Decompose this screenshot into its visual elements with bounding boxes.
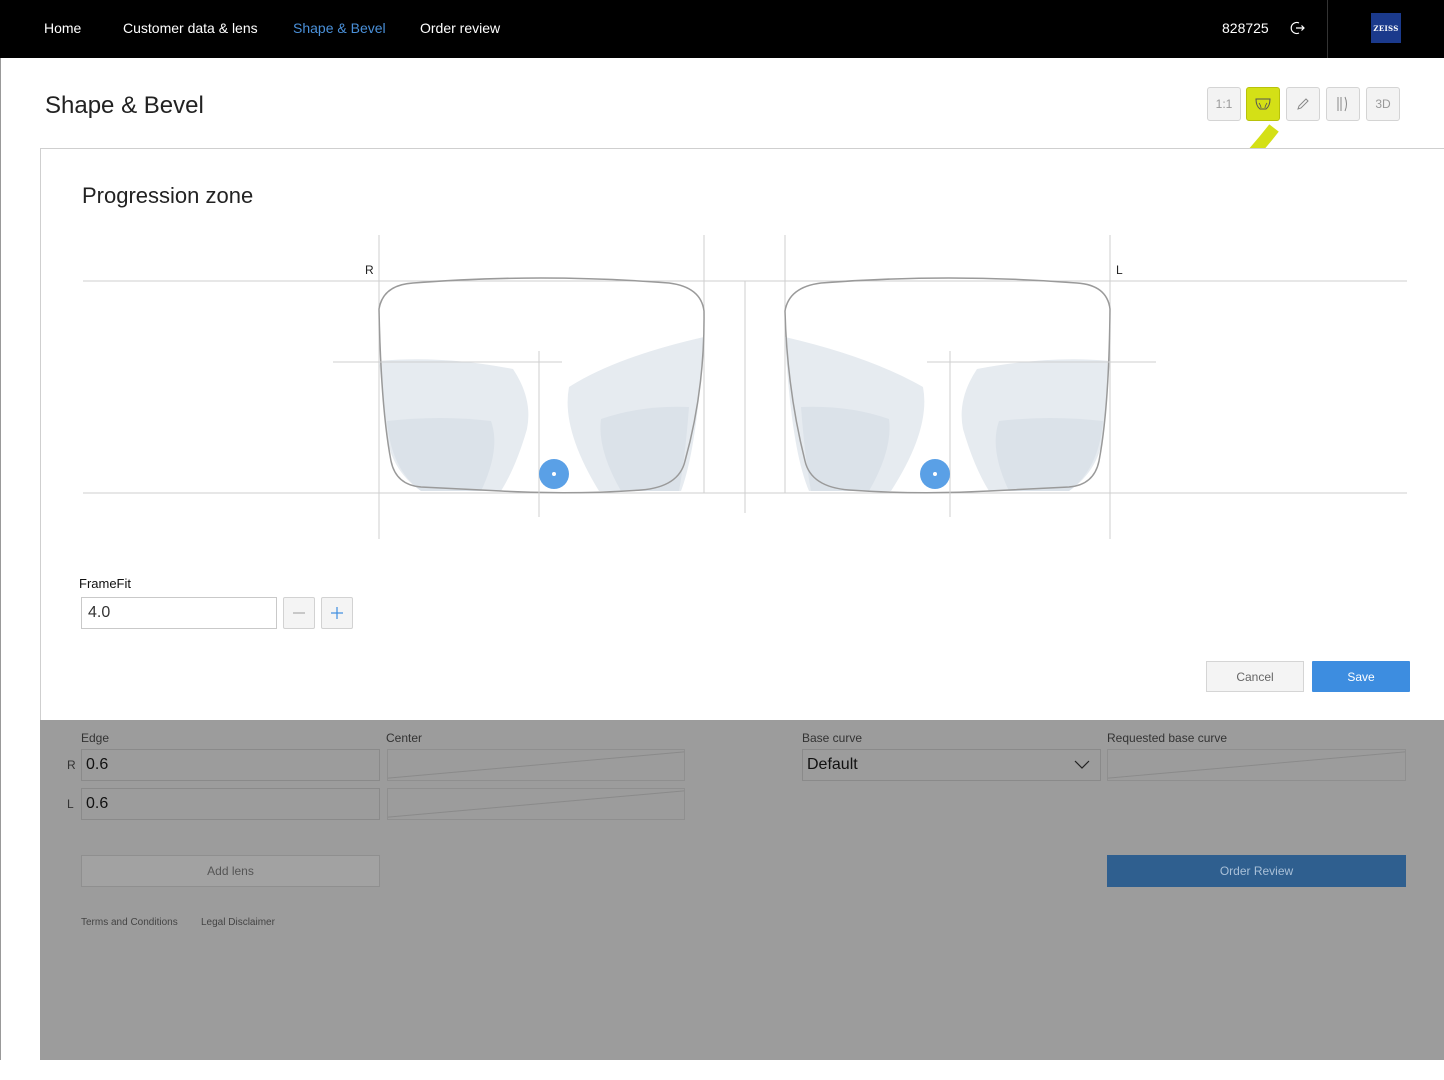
dimmed-background-panel: Edge Center Base curve Requested base cu… — [40, 720, 1444, 1060]
progression-zone-button[interactable] — [1246, 87, 1280, 121]
topbar-divider — [1327, 0, 1328, 58]
nav-home[interactable]: Home — [44, 20, 81, 36]
logout-icon[interactable] — [1290, 20, 1306, 36]
progression-zone-dialog: Progression zone R L FrameFit 4.0 Cancel… — [40, 148, 1444, 720]
nav-shape-bevel[interactable]: Shape & Bevel — [293, 20, 386, 36]
edge-left-field[interactable]: 0.6 — [81, 788, 380, 820]
requested-base-curve-field — [1107, 749, 1406, 781]
zeiss-logo: ZEISS — [1371, 13, 1401, 43]
chevron-down-icon — [1074, 760, 1090, 769]
right-lens-label: R — [365, 263, 374, 277]
framefit-increment-button[interactable] — [321, 597, 353, 629]
framefit-decrement-button[interactable] — [283, 597, 315, 629]
nav-order-review[interactable]: Order review — [420, 20, 500, 36]
bottom-margin — [0, 1060, 1444, 1080]
cancel-button[interactable]: Cancel — [1206, 661, 1304, 692]
edge-right-field[interactable]: 0.6 — [81, 749, 380, 781]
lens-progression-diagram — [83, 235, 1407, 539]
page-left-border — [0, 58, 1, 1080]
terms-link[interactable]: Terms and Conditions — [81, 917, 178, 928]
minus-icon — [293, 612, 305, 614]
row-left-label: L — [67, 797, 74, 811]
bevel-icon — [1337, 96, 1347, 112]
save-button[interactable]: Save — [1312, 661, 1410, 692]
add-lens-button[interactable]: Add lens — [81, 855, 380, 887]
order-review-button[interactable]: Order Review — [1107, 855, 1406, 887]
left-lens — [784, 277, 1156, 517]
row-right-label: R — [67, 758, 76, 772]
bevel-button[interactable] — [1326, 87, 1360, 121]
right-lens — [333, 277, 705, 517]
framefit-label: FrameFit — [79, 576, 131, 591]
3d-icon: 3D — [1375, 97, 1391, 111]
scale-1to1-button[interactable]: 1:1 — [1207, 87, 1241, 121]
base-curve-select[interactable]: Default — [802, 749, 1101, 781]
page-title: Shape & Bevel — [45, 92, 204, 119]
base-curve-label: Base curve — [802, 731, 863, 745]
nav-customer-data-lens[interactable]: Customer data & lens — [123, 20, 258, 36]
dialog-title: Progression zone — [82, 183, 254, 208]
edge-label: Edge — [81, 731, 110, 745]
plus-icon — [331, 607, 343, 619]
edit-shape-button[interactable] — [1286, 87, 1320, 121]
top-navigation-bar: Home Customer data & lens Shape & Bevel … — [0, 0, 1444, 58]
base-curve-value: Default — [807, 756, 858, 773]
progression-zone-icon — [1255, 98, 1271, 110]
user-id: 828725 — [1222, 20, 1269, 36]
scale-icon: 1:1 — [1215, 97, 1233, 111]
center-label: Center — [386, 731, 423, 745]
pencil-icon — [1297, 98, 1309, 110]
legal-disclaimer-link[interactable]: Legal Disclaimer — [201, 917, 275, 928]
framefit-input[interactable]: 4.0 — [81, 597, 277, 629]
requested-base-curve-label: Requested base curve — [1107, 731, 1228, 745]
left-lens-label: L — [1116, 263, 1123, 277]
3d-view-button[interactable]: 3D — [1366, 87, 1400, 121]
center-left-field — [387, 788, 685, 820]
center-right-field — [387, 749, 685, 781]
